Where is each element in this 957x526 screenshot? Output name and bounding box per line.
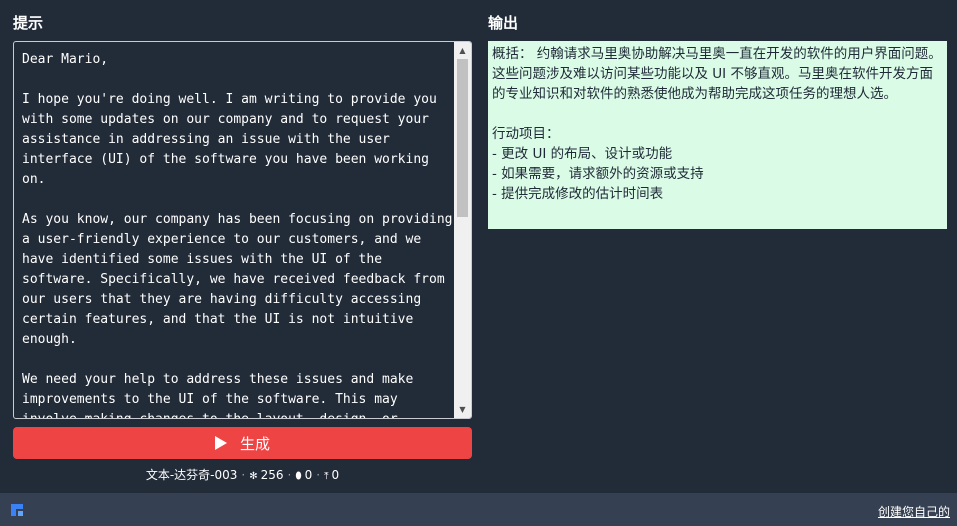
prompt-scrollbar[interactable]: ▲ ▼ (454, 42, 471, 418)
upload-value: 0 (331, 468, 340, 482)
upload-icon: ⤒ (324, 471, 329, 482)
meta-separator: · (316, 468, 321, 482)
output-title: 输出 (488, 14, 519, 32)
scroll-down-arrow-icon[interactable]: ▼ (454, 401, 471, 418)
play-icon (214, 436, 227, 450)
scroll-up-arrow-icon[interactable]: ▲ (454, 42, 471, 59)
drop-icon: ⬮ (295, 471, 302, 482)
temperature-icon: ✻ (249, 471, 258, 482)
app-root: 提示 Dear Mario, I hope you're doing well.… (0, 0, 957, 526)
footer-bar: 创建您自己的 (0, 493, 957, 526)
prompt-textarea-container[interactable]: Dear Mario, I hope you're doing well. I … (13, 41, 472, 419)
scroll-thumb[interactable] (457, 59, 468, 217)
app-logo-icon[interactable] (9, 502, 25, 518)
model-name: 文本-达芬奇-003 (145, 468, 238, 482)
generate-button-label: 生成 (239, 435, 270, 453)
output-text: 概括： 约翰请求马里奥协助解决马里奥一直在开发的软件的用户界面问题。这些问题涉及… (488, 41, 947, 229)
prompt-title: 提示 (13, 14, 44, 32)
drop-value: 0 (304, 468, 313, 482)
model-meta-line: 文本-达芬奇-003 · ✻ 256 · ⬮ 0 · ⤒ 0 (13, 466, 472, 483)
meta-separator: · (241, 468, 246, 482)
meta-separator: · (287, 468, 292, 482)
prompt-textarea[interactable]: Dear Mario, I hope you're doing well. I … (14, 42, 454, 418)
create-your-own-link[interactable]: 创建您自己的 (878, 503, 950, 520)
generate-button[interactable]: 生成 (13, 427, 472, 459)
temperature-value: 256 (260, 468, 284, 482)
